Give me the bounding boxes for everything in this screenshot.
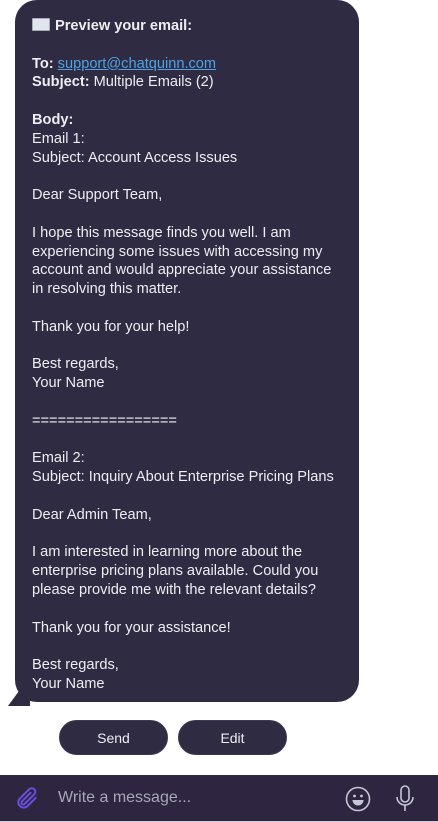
body-line: in resolving this matter. [32, 281, 182, 298]
smiley-icon[interactable] [345, 786, 371, 812]
envelope-icon [32, 18, 50, 31]
body-line: Subject: Account Access Issues [32, 149, 238, 166]
email-preview-bubble: Preview your email: To: support@chatquin… [15, 0, 359, 702]
body-line: Subject: Inquiry About Enterprise Pricin… [32, 469, 334, 486]
preview-header: Preview your email: [32, 17, 359, 36]
body-line: Email 2: [32, 450, 85, 467]
body-line: I hope this message finds you well. I am [32, 224, 291, 241]
body-line: Best regards, [32, 356, 119, 373]
body-line: Dear Admin Team, [32, 506, 152, 523]
body-line: Best regards, [32, 657, 119, 674]
body-label: Body: [32, 111, 74, 128]
body-line: Dear Support Team, [32, 187, 163, 204]
subject-value: Multiple Emails (2) [93, 74, 214, 91]
body-line: ================= [32, 412, 177, 429]
message-input[interactable]: Write a message... [58, 789, 191, 807]
email-body: Email 1: Subject: Account Access Issues De… [32, 130, 359, 694]
body-line: experiencing some issues with accessing … [32, 243, 323, 260]
body-line: enterprise pricing plans available. Coul… [32, 563, 319, 580]
to-email-link[interactable]: support@chatquinn.com [58, 56, 216, 72]
subject-label: Subject: [32, 74, 90, 91]
to-label: To: [32, 55, 54, 72]
body-line: Your Name [32, 675, 105, 692]
body-line: Thank you for your help! [32, 318, 190, 335]
body-line: Thank you for your assistance! [32, 619, 231, 636]
body-line: Email 1: [32, 130, 85, 147]
body-line: please provide me with the relevant deta… [32, 581, 316, 598]
microphone-icon[interactable] [394, 784, 416, 814]
message-composer: Write a message... [0, 775, 438, 822]
body-line: I am interested in learning more about t… [32, 544, 303, 561]
edit-button[interactable]: Edit [178, 720, 287, 755]
body-line: Your Name [32, 375, 105, 392]
body-line: account and would appreciate your assist… [32, 262, 332, 279]
paperclip-icon[interactable] [14, 786, 40, 812]
send-button[interactable]: Send [59, 720, 168, 755]
